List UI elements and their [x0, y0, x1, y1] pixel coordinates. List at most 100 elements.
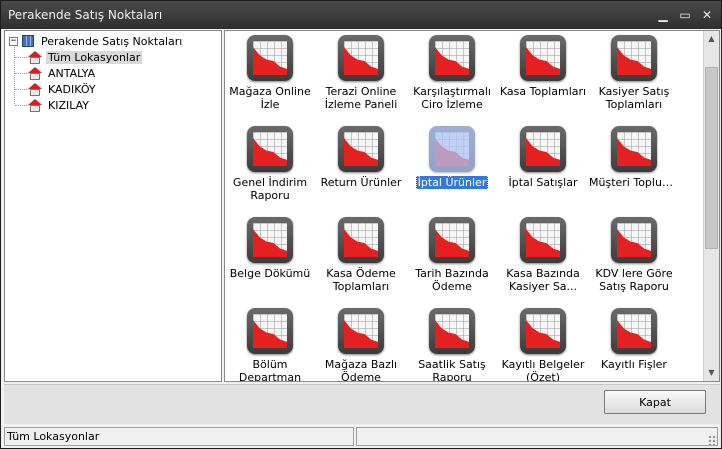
title-bar[interactable]: Perakende Satış Noktaları ▁ ▭ ✕ [1, 1, 721, 29]
report-label: Kasa Bazında Kasiyer Sa... [506, 267, 580, 293]
report-label: Kasiyer Satış Toplamları [598, 85, 670, 111]
tree-guide-line [14, 47, 15, 104]
report-label: Kayıtlı Belgeler (Özet) [501, 358, 585, 382]
scrollbar-thumb[interactable] [705, 67, 718, 249]
report-tile-kayitli-fisler[interactable]: Kayıtlı Fişler [589, 305, 679, 381]
report-tile-saatlik-satis[interactable]: Saatlik Satış Raporu [407, 305, 497, 382]
chart-icon [429, 126, 475, 172]
minimize-icon[interactable]: ▁ [655, 7, 671, 23]
report-label: İptal Ürünler [415, 176, 489, 189]
button-bar: Kapat [4, 384, 720, 424]
location-tree[interactable]: − Perakende Satış Noktaları Tüm Lokasyon… [4, 30, 222, 382]
tree-root[interactable]: − Perakende Satış Noktaları [9, 33, 184, 49]
chart-icon [520, 308, 566, 354]
report-tile-bolum-departman[interactable]: Bölüm Departman Satışları [225, 305, 315, 382]
report-label: Mağaza Bazlı Ödeme Toplamları [324, 358, 398, 382]
chart-icon [429, 35, 475, 81]
report-label: Tarih Bazında Ödeme Toplamları [415, 267, 489, 295]
chart-icon [247, 35, 293, 81]
tree-item-kadikoy[interactable]: KADIKÖY [28, 81, 98, 97]
tree-item-label: KADIKÖY [48, 82, 96, 96]
report-tile-karsilastirmali-ciro[interactable]: Karşılaştırmalı Ciro İzleme Paneli [407, 32, 497, 120]
tree-branch [15, 73, 27, 74]
tree-item-antalya[interactable]: ANTALYA [28, 65, 97, 81]
chart-icon [338, 126, 384, 172]
report-label: Müşteri Topluml... [589, 176, 679, 189]
report-tile-kasa-bazinda-kasiyer[interactable]: Kasa Bazında Kasiyer Sa... [498, 214, 588, 302]
report-label: Kayıtlı Fişler [601, 358, 667, 371]
chart-icon [611, 308, 657, 354]
chart-icon [338, 35, 384, 81]
chart-icon [338, 217, 384, 263]
close-button[interactable]: Kapat [604, 390, 706, 414]
report-tile-magaza-online-izle[interactable]: Mağaza Online İzle [225, 32, 315, 120]
tree-item-kizilay[interactable]: KIZILAY [28, 97, 91, 113]
tree-item-label: KIZILAY [48, 98, 90, 112]
chart-icon [429, 217, 475, 263]
chart-icon [247, 217, 293, 263]
report-tile-kdv-satis[interactable]: KDV lere Göre Satış Raporu [589, 214, 679, 302]
report-label: Kasa Toplamları [499, 85, 587, 98]
status-info [356, 427, 718, 446]
scroll-down-icon[interactable]: ▼ [704, 365, 719, 381]
house-icon [28, 50, 42, 64]
tree-item-label: ANTALYA [48, 66, 96, 80]
chart-icon [429, 308, 475, 354]
content-area: − Perakende Satış Noktaları Tüm Lokasyon… [4, 30, 720, 382]
tree-branch [15, 105, 27, 106]
report-label: Genel İndirim Raporu [232, 176, 308, 202]
resize-grip-icon[interactable] [708, 435, 718, 445]
report-label: Karşılaştırmalı Ciro İzleme Paneli [413, 85, 491, 113]
chart-icon [611, 217, 657, 263]
report-tile-kasa-odeme[interactable]: Kasa Ödeme Toplamları [316, 214, 406, 302]
report-label: Belge Dökümü [229, 267, 311, 280]
chart-icon [520, 35, 566, 81]
report-icon-panel[interactable]: Mağaza Online İzle Terazi Online İzleme … [224, 30, 720, 382]
report-label: Mağaza Online İzle [229, 85, 311, 111]
window-title: Perakende Satış Noktaları [8, 8, 163, 22]
tree-item-tum-lokasyonlar[interactable]: Tüm Lokasyonlar [28, 49, 143, 65]
status-location: Tüm Lokasyonlar [4, 427, 354, 446]
report-label: Return Ürünler [320, 176, 402, 189]
report-tile-return-urunler[interactable]: Return Ürünler [316, 123, 406, 211]
tree-branch [15, 89, 27, 90]
house-icon [28, 66, 42, 80]
report-tile-kayitli-belgeler[interactable]: Kayıtlı Belgeler (Özet) [498, 305, 588, 382]
chart-icon [520, 126, 566, 172]
report-tile-genel-indirim[interactable]: Genel İndirim Raporu [225, 123, 315, 211]
report-tile-belge-dokumu[interactable]: Belge Dökümü [225, 214, 315, 302]
close-icon[interactable]: ✕ [699, 7, 715, 23]
report-label: Kasa Ödeme Toplamları [326, 267, 396, 293]
chart-icon [247, 126, 293, 172]
tree-item-label: Tüm Lokasyonlar [46, 50, 143, 64]
report-label: Terazi Online İzleme Paneli [324, 85, 398, 111]
chart-icon [611, 35, 657, 81]
report-tile-kasiyer-satis[interactable]: Kasiyer Satış Toplamları [589, 32, 679, 120]
report-label: İptal Satışlar [508, 176, 578, 189]
house-icon [28, 82, 42, 96]
report-label: Bölüm Departman Satışları [238, 358, 302, 382]
tree-root-label: Perakende Satış Noktaları [41, 34, 183, 48]
report-tile-magaza-bazli-odeme[interactable]: Mağaza Bazlı Ödeme Toplamları [316, 305, 406, 382]
scroll-up-icon[interactable]: ▲ [704, 31, 719, 47]
tree-branch [15, 57, 27, 58]
collapse-icon[interactable]: − [9, 36, 18, 46]
chart-icon [611, 126, 657, 172]
network-icon [21, 34, 35, 48]
report-tile-kasa-toplamlari[interactable]: Kasa Toplamları [498, 32, 588, 120]
chart-icon [247, 308, 293, 354]
report-label: Saatlik Satış Raporu [418, 358, 486, 382]
chart-icon [338, 308, 384, 354]
vertical-scrollbar[interactable]: ▲ ▼ [703, 31, 719, 381]
house-icon [28, 98, 42, 112]
report-tile-iptal-urunler[interactable]: İptal Ürünler [407, 123, 497, 211]
report-tile-iptal-satislar[interactable]: İptal Satışlar [498, 123, 588, 211]
report-tile-musteri-toplamlari[interactable]: Müşteri Topluml... [589, 123, 679, 211]
chart-icon [520, 217, 566, 263]
main-window: Perakende Satış Noktaları ▁ ▭ ✕ − Perake… [0, 0, 722, 449]
maximize-icon[interactable]: ▭ [677, 7, 693, 23]
report-tile-terazi-online[interactable]: Terazi Online İzleme Paneli [316, 32, 406, 120]
report-tile-tarih-bazinda[interactable]: Tarih Bazında Ödeme Toplamları [407, 214, 497, 302]
status-bar: Tüm Lokasyonlar [4, 426, 720, 447]
report-label: KDV lere Göre Satış Raporu [595, 267, 673, 293]
